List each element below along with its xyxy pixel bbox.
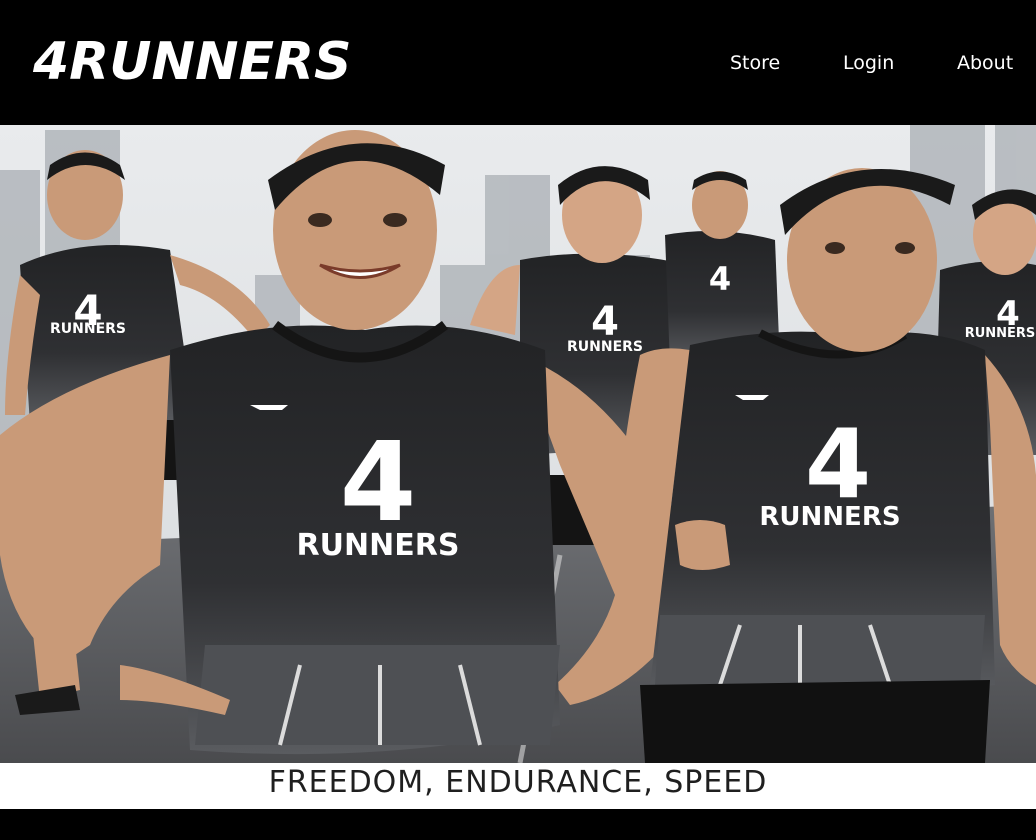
- svg-text:RUNNERS: RUNNERS: [759, 502, 900, 532]
- svg-text:4: 4: [340, 418, 417, 546]
- site-header: 4RUNNERS Store Login About: [0, 0, 1036, 125]
- nav-store-link[interactable]: Store: [730, 48, 780, 78]
- svg-text:RUNNERS: RUNNERS: [297, 528, 460, 563]
- svg-text:4: 4: [709, 260, 731, 298]
- nav-about-link[interactable]: About: [957, 48, 1013, 78]
- svg-text:RUNNERS: RUNNERS: [50, 321, 126, 337]
- hero-image: 4 RUNNERS 4 RUNNERS 4 4 RUNNERS 4 RUNNER…: [0, 125, 1036, 763]
- nav-login-link[interactable]: Login: [843, 48, 894, 78]
- svg-text:RUNNERS: RUNNERS: [965, 326, 1036, 341]
- tagline: FREEDOM, ENDURANCE, SPEED: [0, 763, 1036, 809]
- svg-text:RUNNERS: RUNNERS: [567, 339, 643, 355]
- brand-logo[interactable]: 4RUNNERS: [33, 30, 352, 94]
- site-footer: [0, 809, 1036, 840]
